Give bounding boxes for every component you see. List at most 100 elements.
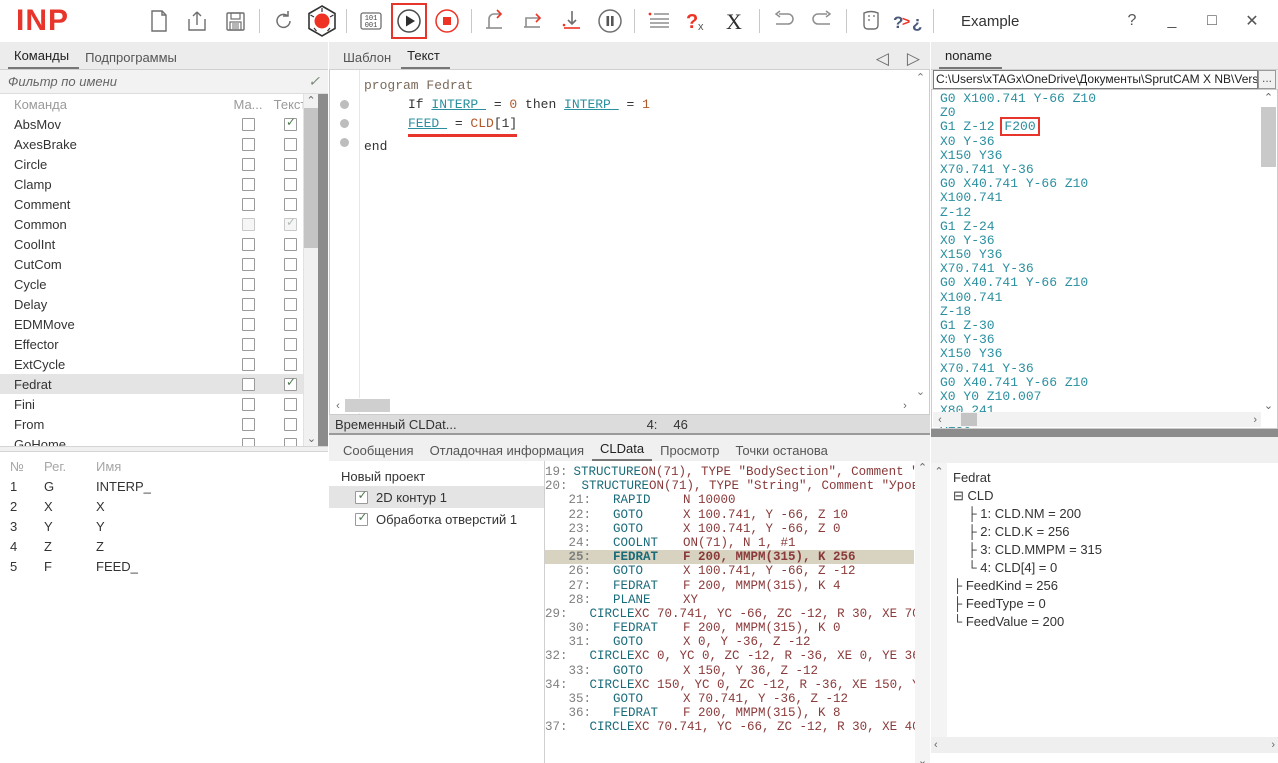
- gcode-line[interactable]: G1 Z-12 F200: [940, 120, 1255, 134]
- find-x-icon[interactable]: ?x: [678, 2, 716, 40]
- run-icon[interactable]: [390, 2, 428, 40]
- variable-node[interactable]: ├ 3: CLD.MMPM = 315: [953, 541, 1278, 559]
- scroll-thumb[interactable]: [304, 108, 319, 248]
- gcode-line[interactable]: X0 Y-36: [940, 135, 1255, 149]
- tab-subprograms[interactable]: Подпрограммы: [79, 47, 187, 69]
- register-row[interactable]: 3YY: [0, 516, 328, 536]
- gcode-line[interactable]: Z-18: [940, 305, 1255, 319]
- text-checkbox[interactable]: [284, 158, 297, 171]
- code-line[interactable]: end: [364, 137, 909, 156]
- stop-icon[interactable]: [428, 2, 466, 40]
- macro-checkbox[interactable]: [242, 398, 255, 411]
- command-row[interactable]: ExtCycle: [0, 354, 328, 374]
- tab-template[interactable]: Шаблон: [337, 47, 401, 69]
- variable-node[interactable]: └ 4: CLD[4] = 0: [953, 559, 1278, 577]
- project-item-checkbox[interactable]: [355, 491, 368, 504]
- tab-noname[interactable]: noname: [939, 45, 1002, 69]
- tab-debug-info[interactable]: Отладочная информация: [422, 441, 592, 461]
- tab-cldata[interactable]: CLData: [592, 439, 652, 461]
- gcode-line[interactable]: G0 X100.741 Y-66 Z10: [940, 92, 1255, 106]
- scroll-right-icon[interactable]: ›: [1253, 414, 1257, 426]
- scroll-up-icon[interactable]: ⌃: [915, 461, 930, 474]
- gcode-line[interactable]: X150 Y36: [940, 347, 1255, 361]
- scroll-right-icon[interactable]: ›: [1271, 739, 1275, 751]
- project-item[interactable]: Обработка отверстий 1: [329, 508, 544, 530]
- cldata-row[interactable]: 22:GOTOX 100.741, Y -66, Z 10: [545, 508, 914, 522]
- variable-node[interactable]: ├ FeedKind = 256: [953, 577, 1278, 595]
- command-row[interactable]: Effector: [0, 334, 328, 354]
- register-row[interactable]: 4ZZ: [0, 536, 328, 556]
- editor-hscrollbar[interactable]: ‹ ›: [331, 398, 913, 413]
- tab-view[interactable]: Просмотр: [652, 441, 727, 461]
- command-row[interactable]: CutCom: [0, 254, 328, 274]
- scroll-right-icon[interactable]: ›: [897, 400, 913, 412]
- code-line[interactable]: If INTERP_ = 0 then INTERP_ = 1: [364, 95, 909, 114]
- pause-icon[interactable]: [591, 2, 629, 40]
- gcode-line[interactable]: X70.741 Y-36: [940, 163, 1255, 177]
- cldata-row[interactable]: 19:STRUCTUREON(71), TYPE "BodySection", …: [545, 465, 914, 479]
- variables-vscrollbar[interactable]: ⌃: [931, 463, 947, 753]
- export-icon[interactable]: [178, 2, 216, 40]
- clear-icon[interactable]: X: [716, 2, 754, 40]
- gcode-line[interactable]: X0 Y-36: [940, 333, 1255, 347]
- register-row[interactable]: 2XX: [0, 496, 328, 516]
- macro-checkbox[interactable]: [242, 378, 255, 391]
- breakpoint-slot[interactable]: [330, 76, 359, 95]
- command-row[interactable]: Fini: [0, 394, 328, 414]
- text-checkbox[interactable]: [284, 238, 297, 251]
- breakpoint-slot[interactable]: [330, 114, 359, 133]
- gcode-line[interactable]: X100.741: [940, 191, 1255, 205]
- cldata-row[interactable]: 37:CIRCLEXC 70.741, YC -66, ZC -12, R 30…: [545, 720, 914, 734]
- scroll-down-icon[interactable]: ⌄: [1261, 399, 1276, 412]
- macro-checkbox[interactable]: [242, 258, 255, 271]
- project-item[interactable]: 2D контур 1: [329, 486, 544, 508]
- command-row[interactable]: EDMMove: [0, 314, 328, 334]
- tab-breakpoints[interactable]: Точки останова: [728, 441, 836, 461]
- command-row[interactable]: Fedrat: [0, 374, 328, 394]
- text-checkbox[interactable]: [284, 178, 297, 191]
- step-out-icon[interactable]: [553, 2, 591, 40]
- cldata-row[interactable]: 24:COOLNTON(71), N 1, #1: [545, 536, 914, 550]
- gcode-vscrollbar[interactable]: ⌃ ⌄: [1261, 91, 1276, 412]
- tab-text[interactable]: Текст: [401, 45, 450, 69]
- text-checkbox[interactable]: [284, 378, 297, 391]
- command-row[interactable]: Cycle: [0, 274, 328, 294]
- gcode-line[interactable]: G0 X40.741 Y-66 Z10: [940, 177, 1255, 191]
- scroll-left-icon[interactable]: ‹: [933, 414, 947, 426]
- breakpoint-gutter[interactable]: [330, 70, 360, 414]
- scroll-down-icon[interactable]: ⌄: [304, 432, 319, 446]
- commands-scrollbar[interactable]: ⌃ ⌄: [303, 94, 318, 446]
- scroll-up-icon[interactable]: ⌃: [304, 94, 318, 108]
- project-item-checkbox[interactable]: [355, 513, 368, 526]
- gcode-line[interactable]: G1 Z-24: [940, 220, 1255, 234]
- code-line[interactable]: FEED_ = CLD[1]: [364, 114, 909, 137]
- macro-icon[interactable]: [852, 2, 890, 40]
- macro-checkbox[interactable]: [242, 218, 255, 231]
- path-input[interactable]: C:\Users\xTAGx\OneDrive\Документы\SprutC…: [933, 70, 1258, 89]
- cldata-row[interactable]: 36:FEDRATF 200, MMPM(315), K 8: [545, 706, 914, 720]
- minimize-button[interactable]: _: [1152, 4, 1192, 38]
- macro-checkbox[interactable]: [242, 418, 255, 431]
- macro-checkbox[interactable]: [242, 358, 255, 371]
- gcode-line[interactable]: X150 Y36: [940, 149, 1255, 163]
- macro-checkbox[interactable]: [242, 238, 255, 251]
- text-checkbox[interactable]: [284, 438, 297, 447]
- gcode-line[interactable]: X100.741: [940, 291, 1255, 305]
- new-file-icon[interactable]: [140, 2, 178, 40]
- macro-checkbox[interactable]: [242, 278, 255, 291]
- command-row[interactable]: From: [0, 414, 328, 434]
- nav-forward-icon[interactable]: ▷: [907, 49, 920, 69]
- binary-icon[interactable]: 101001: [352, 2, 390, 40]
- variable-node[interactable]: └ FeedValue = 200: [953, 613, 1278, 631]
- command-row[interactable]: Clamp: [0, 174, 328, 194]
- macro-checkbox[interactable]: [242, 198, 255, 211]
- record-icon[interactable]: [303, 2, 341, 40]
- scroll-down-icon[interactable]: ⌄: [913, 385, 928, 398]
- scroll-thumb[interactable]: [1261, 107, 1276, 167]
- code-line[interactable]: program Fedrat: [364, 76, 909, 95]
- gcode-line[interactable]: X70.741 Y-36: [940, 362, 1255, 376]
- gcode-line[interactable]: X70.741 Y-36: [940, 262, 1255, 276]
- macro-checkbox[interactable]: [242, 158, 255, 171]
- right-splitter[interactable]: [931, 429, 1278, 437]
- command-row[interactable]: Common: [0, 214, 328, 234]
